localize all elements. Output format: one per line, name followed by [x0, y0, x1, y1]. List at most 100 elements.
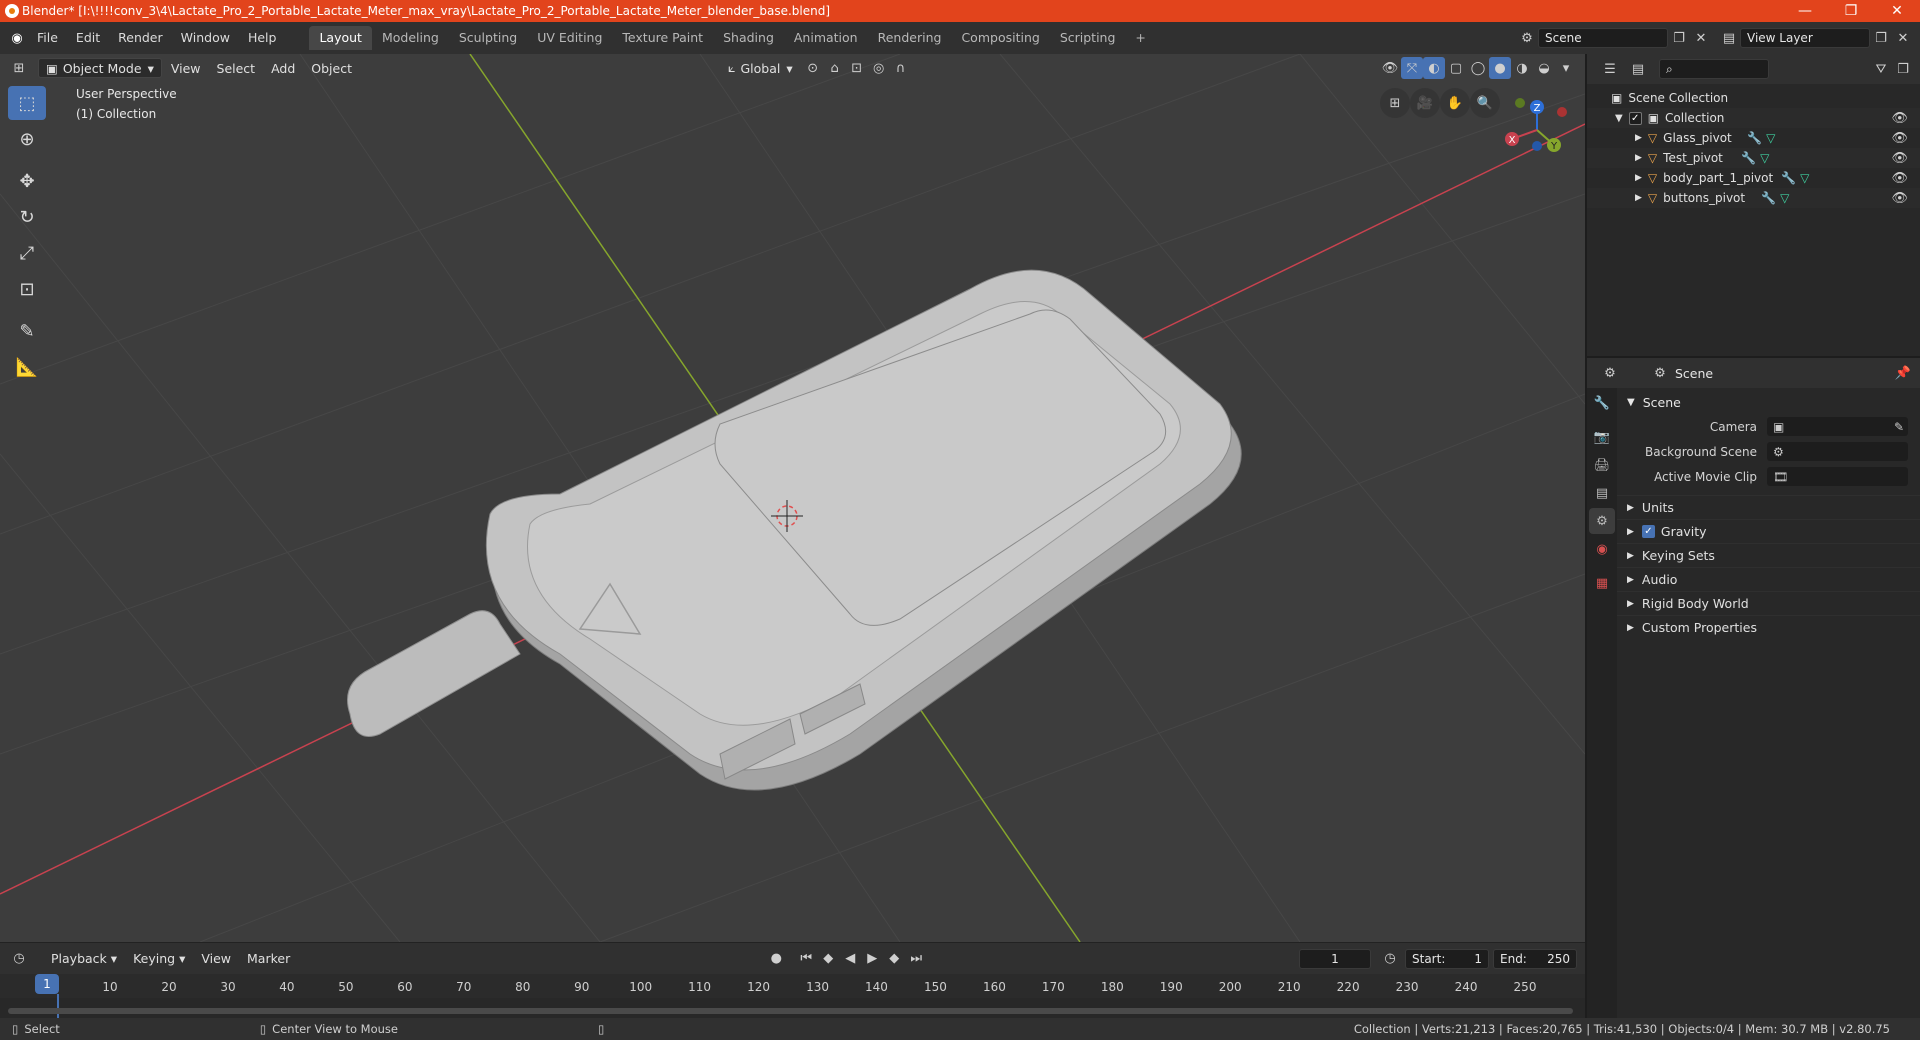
chevron-right-icon[interactable]: ▶: [1635, 193, 1642, 203]
start-frame-field[interactable]: Start: 1: [1405, 948, 1489, 969]
timeline-scrollbar[interactable]: [8, 1008, 1573, 1014]
menu-edit[interactable]: Edit: [67, 26, 109, 50]
new-scene-icon[interactable]: ❐: [1668, 27, 1690, 49]
tab-shading[interactable]: Shading: [713, 26, 784, 50]
scene-panel-header[interactable]: ▼ Scene: [1617, 390, 1920, 414]
object-mode-dropdown[interactable]: ▣ Object Mode ▾: [38, 58, 162, 78]
eye-icon[interactable]: 👁: [1891, 131, 1908, 146]
tab-texture[interactable]: ▦: [1589, 570, 1615, 596]
eye-icon[interactable]: 👁: [1891, 111, 1908, 126]
viewport-menu-select[interactable]: Select: [210, 58, 263, 78]
gravity-checkbox[interactable]: ✓: [1641, 525, 1655, 538]
current-frame-field[interactable]: 1: [1299, 948, 1371, 969]
tab-compositing[interactable]: Compositing: [951, 26, 1049, 50]
tab-sculpting[interactable]: Sculpting: [449, 26, 527, 50]
camera-field[interactable]: ▣ ✎: [1767, 417, 1908, 436]
eye-icon[interactable]: 👁: [1891, 171, 1908, 186]
keying-sets-panel[interactable]: ▶ Keying Sets: [1617, 543, 1920, 567]
viewport-menu-add[interactable]: Add: [264, 58, 302, 78]
menu-file[interactable]: File: [28, 26, 67, 50]
gizmo-toggle-icon[interactable]: ⤧: [1401, 57, 1423, 79]
falloff-icon[interactable]: ∩: [890, 57, 912, 79]
tab-render[interactable]: 📷: [1589, 424, 1615, 450]
add-workspace-button[interactable]: +: [1125, 26, 1155, 50]
xray-icon[interactable]: ▢: [1445, 57, 1467, 79]
overlay-toggle-icon[interactable]: ◐: [1423, 57, 1445, 79]
end-frame-field[interactable]: End: 250: [1493, 948, 1577, 969]
timeline-menu-keying[interactable]: Keying ▾: [126, 949, 192, 969]
zoom-icon[interactable]: 🔍: [1470, 88, 1500, 118]
collection-row[interactable]: ▼ ✓ ▣ Collection 👁: [1587, 108, 1920, 128]
tab-tool[interactable]: 🔧: [1589, 390, 1615, 416]
play-reverse-icon[interactable]: ◀: [839, 948, 861, 970]
3d-viewport[interactable]: Z Y X: [0, 54, 1585, 942]
scene-icon[interactable]: ⚙: [1516, 27, 1538, 49]
grid-view-icon[interactable]: ⊞: [1380, 88, 1410, 118]
timeline-menu-view[interactable]: View: [194, 949, 238, 969]
menu-render[interactable]: Render: [109, 26, 172, 50]
visibility-icon[interactable]: 👁: [1379, 57, 1401, 79]
chevron-right-icon[interactable]: ▶: [1635, 173, 1642, 183]
tab-world[interactable]: ◉: [1589, 536, 1615, 562]
jump-end-icon[interactable]: ⏭: [905, 948, 927, 970]
clock-icon[interactable]: ◷: [1379, 948, 1401, 970]
tab-layout[interactable]: Layout: [309, 26, 372, 50]
transform-tool[interactable]: ⊡: [8, 272, 46, 306]
prev-keyframe-icon[interactable]: ◆: [817, 948, 839, 970]
properties-editor-type-icon[interactable]: ⚙: [1599, 362, 1621, 384]
delete-scene-icon[interactable]: ✕: [1690, 27, 1712, 49]
tab-texture-paint[interactable]: Texture Paint: [612, 26, 713, 50]
menu-window[interactable]: Window: [172, 26, 239, 50]
next-keyframe-icon[interactable]: ◆: [883, 948, 905, 970]
outliner-item-body-part-1-pivot[interactable]: ▶ ▽ body_part_1_pivot 🔧 ▽ 👁: [1587, 168, 1920, 188]
tab-output[interactable]: 🖨: [1589, 452, 1615, 478]
viewport-menu-object[interactable]: Object: [304, 58, 359, 78]
eye-icon[interactable]: 👁: [1891, 191, 1908, 206]
proportional-edit-icon[interactable]: ◎: [868, 57, 890, 79]
tab-view-layer[interactable]: ▤: [1589, 480, 1615, 506]
cursor-tool[interactable]: ⊕: [8, 122, 46, 156]
gravity-panel[interactable]: ▶ ✓ Gravity: [1617, 519, 1920, 543]
view-layer-icon[interactable]: ▤: [1718, 27, 1740, 49]
active-movie-clip-field[interactable]: 🎞: [1767, 467, 1908, 486]
move-tool[interactable]: ✥: [8, 164, 46, 198]
menu-help[interactable]: Help: [239, 26, 286, 50]
solid-shading-icon[interactable]: ●: [1489, 57, 1511, 79]
tab-scene[interactable]: ⚙: [1589, 508, 1615, 534]
delete-view-layer-icon[interactable]: ✕: [1892, 27, 1914, 49]
rotate-tool[interactable]: ↻: [8, 200, 46, 234]
camera-view-icon[interactable]: 🎥: [1410, 88, 1440, 118]
timeline-menu-marker[interactable]: Marker: [240, 949, 297, 969]
chevron-right-icon[interactable]: ▶: [1635, 133, 1642, 143]
audio-panel[interactable]: ▶ Audio: [1617, 567, 1920, 591]
timeline-menu-playback[interactable]: Playback ▾: [44, 949, 124, 969]
close-button[interactable]: ✕: [1874, 0, 1920, 22]
viewport-menu-view[interactable]: View: [164, 58, 208, 78]
maximize-button[interactable]: ❐: [1828, 0, 1874, 22]
outliner-item-test-pivot[interactable]: ▶ ▽ Test_pivot 🔧 ▽ 👁: [1587, 148, 1920, 168]
lactate-meter-model[interactable]: [347, 269, 1242, 791]
select-box-tool[interactable]: ⬚: [8, 86, 46, 120]
snap-element-icon[interactable]: ⊡: [846, 57, 868, 79]
custom-properties-panel[interactable]: ▶ Custom Properties: [1617, 615, 1920, 639]
tab-modeling[interactable]: Modeling: [372, 26, 449, 50]
playhead[interactable]: 1: [35, 974, 59, 994]
jump-start-icon[interactable]: ⏮: [795, 948, 817, 970]
filter-icon[interactable]: ⛛: [1870, 58, 1892, 80]
collection-checkbox[interactable]: ✓: [1628, 111, 1642, 125]
gizmo-neg-z-icon[interactable]: [1532, 141, 1542, 151]
outliner-item-glass-pivot[interactable]: ▶ ▽ Glass_pivot 🔧 ▽ 👁: [1587, 128, 1920, 148]
new-collection-icon[interactable]: ❐: [1892, 58, 1914, 80]
blender-menu-icon[interactable]: ◉: [6, 27, 28, 49]
chevron-down-icon[interactable]: ▼: [1615, 113, 1623, 124]
frame-ruler[interactable]: 1102030405060708090100110120130140150160…: [0, 974, 1585, 998]
editor-type-icon[interactable]: ⊞: [8, 57, 30, 79]
outliner-editor-type-icon[interactable]: ☰: [1599, 58, 1621, 80]
pin-icon[interactable]: 📌: [1892, 362, 1914, 384]
new-view-layer-icon[interactable]: ❐: [1870, 27, 1892, 49]
transform-orientation-dropdown[interactable]: ⟀ Global ▾: [721, 58, 800, 78]
play-icon[interactable]: ▶: [861, 948, 883, 970]
wireframe-shading-icon[interactable]: ◯: [1467, 57, 1489, 79]
eye-icon[interactable]: 👁: [1891, 151, 1908, 166]
background-scene-field[interactable]: ⚙: [1767, 442, 1908, 461]
